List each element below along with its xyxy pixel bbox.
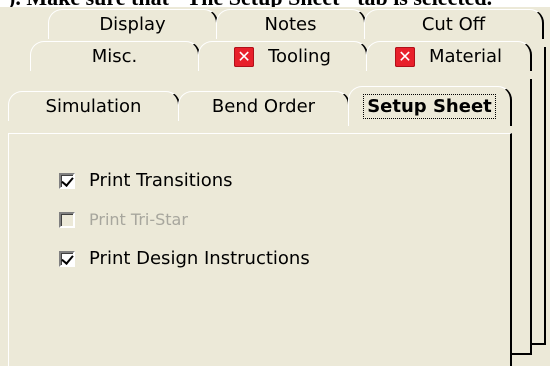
print-tri-star-checkbox: Print Tri-Star xyxy=(59,210,188,229)
tab-label: Bend Order xyxy=(211,96,316,117)
setup-sheet-panel: Print Transitions Print Tri-Star Print D… xyxy=(8,133,512,366)
print-design-instructions-checkbox[interactable]: Print Design Instructions xyxy=(59,248,310,269)
tab-misc[interactable]: Misc. xyxy=(30,41,200,71)
tab-label: Simulation xyxy=(45,96,142,117)
checkbox-unchecked xyxy=(59,211,75,228)
tab-bend-order[interactable]: Bend Order xyxy=(178,91,350,121)
options-dialog: Display Notes Cut Off Misc. ✕ Tooling ✕ … xyxy=(0,7,550,366)
checkbox-label: Print Design Instructions xyxy=(89,248,310,269)
tab-label: Notes xyxy=(264,14,317,35)
tab-label: Tooling xyxy=(268,46,331,67)
print-transitions-checkbox[interactable]: Print Transitions xyxy=(59,170,233,191)
tab-notes[interactable]: Notes xyxy=(216,9,366,39)
x-error-icon: ✕ xyxy=(234,46,255,67)
checkbox-checked[interactable] xyxy=(59,250,75,267)
tab-display[interactable]: Display xyxy=(48,9,218,39)
tab-label: Cut Off xyxy=(421,14,486,35)
tab-label: Display xyxy=(99,14,166,35)
tab-tooling[interactable]: ✕ Tooling xyxy=(198,41,368,71)
tab-setup-sheet[interactable]: Setup Sheet xyxy=(348,86,512,126)
cropped-heading-strip: ). Make sure that "The Setup Sheet" tab … xyxy=(0,0,550,7)
tab-label: Misc. xyxy=(91,46,138,67)
checkbox-label: Print Tri-Star xyxy=(89,210,188,229)
tab-label: Material xyxy=(428,46,503,67)
checkbox-label: Print Transitions xyxy=(89,170,233,191)
checkbox-checked[interactable] xyxy=(59,172,75,189)
tab-material[interactable]: ✕ Material xyxy=(366,41,532,71)
tab-cut-off[interactable]: Cut Off xyxy=(364,9,544,39)
tab-simulation[interactable]: Simulation xyxy=(8,91,180,121)
x-error-icon: ✕ xyxy=(394,46,415,67)
tab-label: Setup Sheet xyxy=(363,94,496,119)
